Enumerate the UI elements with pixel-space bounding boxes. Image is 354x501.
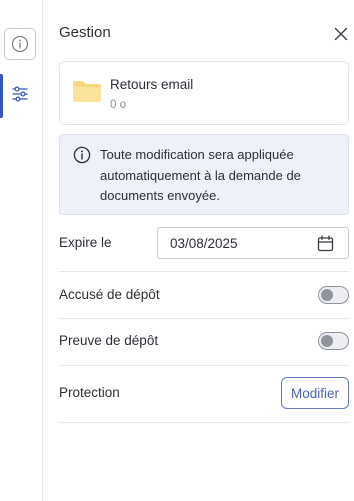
preuve-depot-toggle[interactable] xyxy=(318,332,349,350)
panel-title: Gestion xyxy=(59,24,111,41)
info-notice-text: Toute modification sera appliquée automa… xyxy=(100,147,301,203)
modify-protection-button[interactable]: Modifier xyxy=(281,377,349,409)
preuve-depot-row: Preuve de dépôt xyxy=(59,319,349,366)
expire-label: Expire le xyxy=(59,235,112,250)
expire-date-field[interactable]: 03/08/2025 xyxy=(157,227,349,259)
protection-label: Protection xyxy=(59,385,120,400)
side-rail xyxy=(0,0,43,501)
folder-name: Retours email xyxy=(110,77,194,92)
info-icon xyxy=(11,35,29,53)
info-tab-button[interactable] xyxy=(4,28,36,60)
info-notice: Toute modification sera appliquée automa… xyxy=(59,134,349,215)
expire-row: Expire le 03/08/2025 xyxy=(59,221,349,272)
close-icon[interactable] xyxy=(333,26,349,42)
folder-icon xyxy=(73,81,101,102)
expire-date-value: 03/08/2025 xyxy=(170,236,238,251)
toggle-knob xyxy=(321,289,333,301)
folder-card: Retours email 0 o xyxy=(59,61,349,125)
panel-header: Gestion xyxy=(59,22,349,46)
sliders-icon xyxy=(12,86,28,102)
settings-tab-button[interactable] xyxy=(4,78,36,110)
folder-size: 0 o xyxy=(110,99,126,111)
protection-row: Protection Modifier xyxy=(59,366,349,423)
accuse-depot-row: Accusé de dépôt xyxy=(59,272,349,319)
accuse-depot-toggle[interactable] xyxy=(318,286,349,304)
accuse-depot-label: Accusé de dépôt xyxy=(59,287,160,302)
preuve-depot-label: Preuve de dépôt xyxy=(59,333,159,348)
calendar-icon[interactable] xyxy=(317,235,334,252)
toggle-knob xyxy=(321,335,333,347)
active-tab-indicator xyxy=(0,74,3,118)
info-circle-icon xyxy=(73,146,91,164)
